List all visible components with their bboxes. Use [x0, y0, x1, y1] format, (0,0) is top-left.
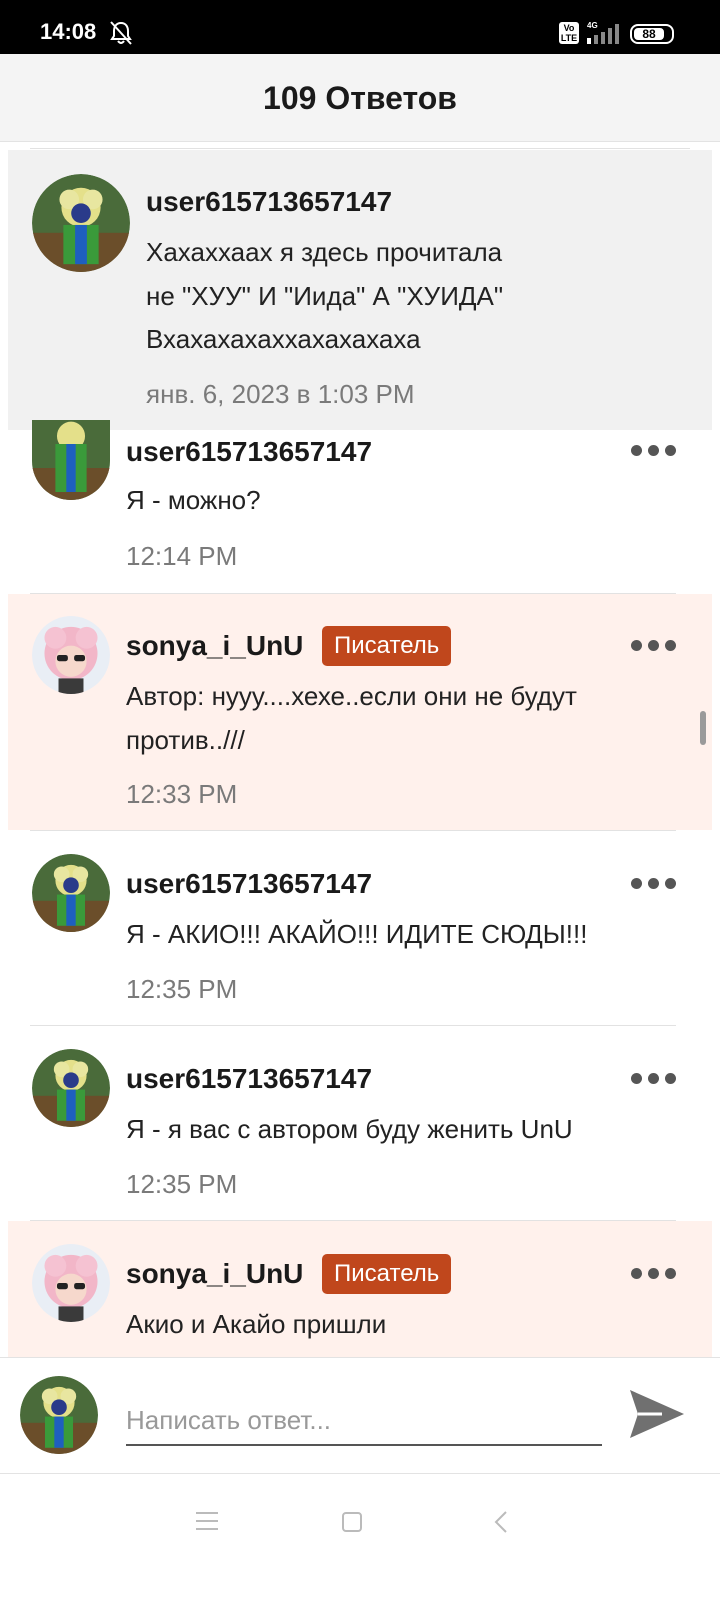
divider [30, 1025, 676, 1026]
avatar[interactable] [32, 1049, 110, 1127]
divider [30, 148, 690, 149]
bell-muted-icon [110, 21, 132, 45]
reply-text-line: против../// [126, 725, 245, 755]
comment-text-line: Вхахахахаххахахахаха [146, 324, 421, 354]
reply-username[interactable]: user615713657147 [126, 1063, 372, 1095]
divider [30, 593, 676, 594]
reply-text-line: Я - АКИО!!! АКАЙО!!! ИДИТЕ СЮДЫ!!! [126, 919, 588, 949]
reply-username[interactable]: sonya_i_UnU [126, 1258, 303, 1290]
home-icon[interactable] [342, 1512, 362, 1532]
page-title: 109 Ответов [263, 80, 457, 116]
avatar[interactable] [32, 854, 110, 932]
comment-username[interactable]: user615713657147 [146, 186, 392, 218]
reply-text-line: Я - можно? [126, 485, 261, 515]
avatar[interactable] [32, 1244, 110, 1322]
system-nav-bar [0, 1475, 720, 1600]
avatar[interactable] [32, 174, 130, 272]
reply-username[interactable]: user615713657147 [126, 436, 372, 468]
comment-text-line: не "ХУУ" И "Иида" А "ХУИДА" [146, 281, 504, 311]
divider [30, 1220, 676, 1221]
avatar [20, 1376, 98, 1454]
scrollbar[interactable] [700, 711, 706, 745]
comment-text-line: Хахаххаах я здесь прочитала [146, 237, 503, 267]
reply-timestamp: 12:14 PM [126, 541, 238, 571]
battery-level: 88 [634, 28, 664, 40]
recent-apps-icon[interactable] [196, 1512, 218, 1532]
status-bar: 14:08 Vo LTE 4G 88 [0, 0, 720, 54]
signal-icon: 4G [587, 21, 619, 44]
comment-timestamp: янв. 6, 2023 в 1:03 PM [146, 379, 415, 409]
more-options-icon[interactable] [631, 638, 677, 652]
reply-text-line: Я - я вас с автором буду женить UnU [126, 1114, 573, 1144]
more-options-icon[interactable] [631, 1071, 677, 1085]
reply-username[interactable]: sonya_i_UnU [126, 630, 303, 662]
status-time: 14:08 [40, 19, 97, 44]
network-label: 4G [587, 21, 598, 30]
reply-text-line: Автор: нууу....хехе..если они не будут [126, 681, 577, 711]
header: 109 Ответов [0, 54, 720, 142]
writer-badge: Писатель [322, 1254, 452, 1294]
back-icon[interactable] [494, 1510, 508, 1534]
volte-icon: Vo LTE [559, 22, 579, 44]
more-options-icon[interactable] [631, 1266, 677, 1280]
divider [30, 830, 676, 831]
battery-icon: 88 [630, 24, 674, 44]
reply-username[interactable]: user615713657147 [126, 868, 372, 900]
more-options-icon[interactable] [631, 876, 677, 890]
reply-timestamp: 12:33 PM [126, 779, 238, 809]
writer-badge: Писатель [322, 626, 452, 666]
reply-timestamp: 12:35 PM [126, 974, 238, 1004]
reply-timestamp: 12:35 PM [126, 1169, 238, 1199]
reply-text-line: Акио и Акайо пришли [126, 1309, 387, 1339]
send-icon[interactable] [626, 1386, 686, 1442]
more-options-icon[interactable] [631, 443, 677, 457]
avatar[interactable] [32, 420, 110, 500]
avatar[interactable] [32, 616, 110, 694]
reply-input[interactable] [126, 1396, 602, 1446]
